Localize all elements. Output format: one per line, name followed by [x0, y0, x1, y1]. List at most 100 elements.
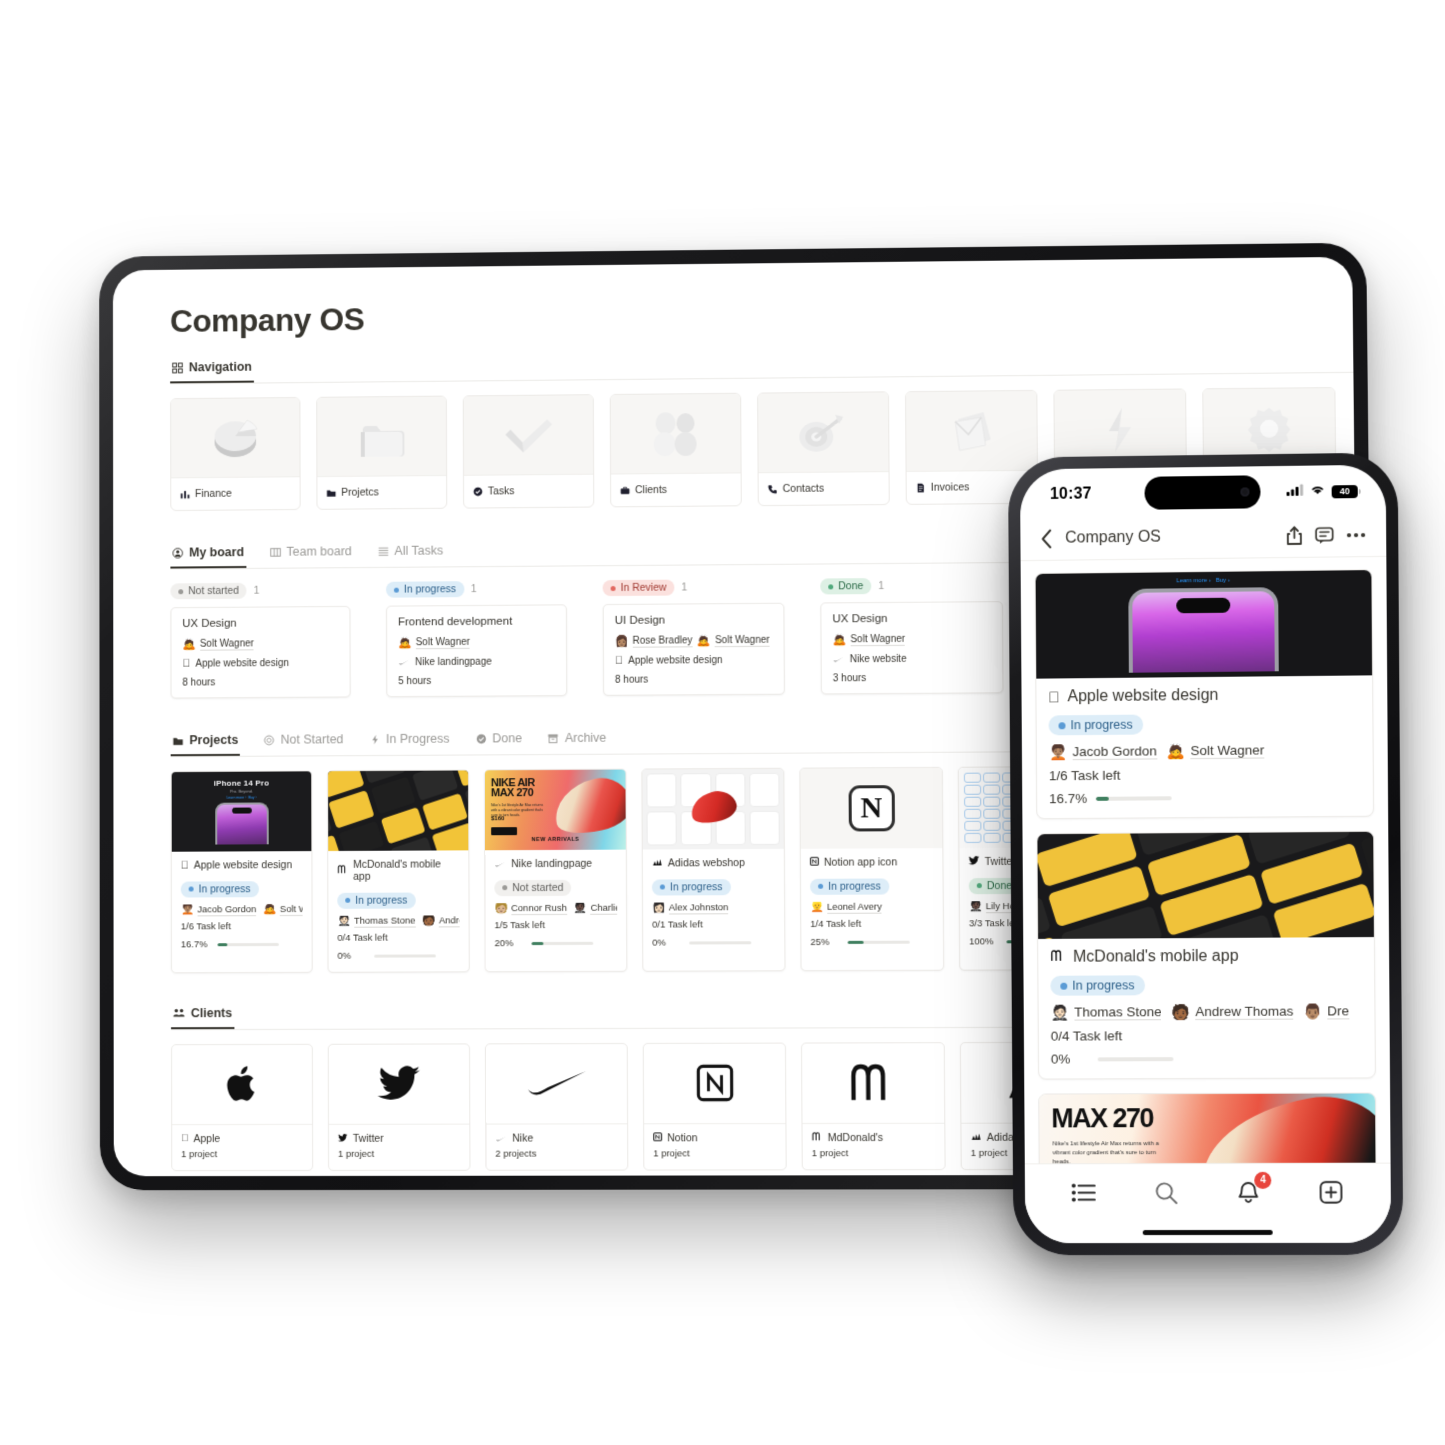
phone-project-card[interactable]: MAX 270 Nike's 1st lifestyle Air Max ret…: [1038, 1092, 1377, 1164]
adidas-icon: [971, 1131, 982, 1143]
avatar: 🧑🏽‍🦱: [1048, 743, 1068, 761]
tab-projects[interactable]: Projects: [170, 727, 241, 757]
progress-bar: [217, 942, 279, 946]
client-name: Apple: [186, 1132, 220, 1145]
twitter-logo: [328, 1043, 470, 1125]
kanban-column-in-review: In Review 1 UI Design 👩🏽 Rose Bradley 🙇 So…: [602, 579, 785, 696]
project-card[interactable]: Adidas webshop In progress 👩🏻 Alex Johnst…: [641, 767, 786, 972]
share-icon[interactable]: [1286, 525, 1303, 545]
project-progress: 0%: [337, 950, 459, 961]
plus-box-icon[interactable]: [1309, 1172, 1353, 1212]
nav-card-clients[interactable]: Clients: [609, 392, 742, 508]
folder-3d-art: [317, 396, 447, 478]
phone-project-card[interactable]: McDonald's mobile app In progress 🤵🏻 Thom…: [1036, 830, 1376, 1080]
person-name: Solt Wagner: [199, 638, 254, 651]
kanban-card[interactable]: UX Design 🙇Solt Wagner  Apple website d…: [170, 605, 351, 699]
kanban-card[interactable]: UI Design 👩🏽Rose Bradley 🙇Solt Wagner  …: [602, 602, 785, 696]
chevron-left-icon[interactable]: [1040, 528, 1053, 548]
client-name-row: Twitter: [337, 1132, 460, 1144]
kanban-column-count: 1: [470, 583, 477, 596]
progress-bar: [1097, 1056, 1174, 1061]
kanban-card-project: Nike website: [832, 653, 992, 665]
client-projects: 1 project: [337, 1148, 375, 1160]
client-card[interactable]: Twitter 1 project: [327, 1042, 471, 1171]
kanban-card-people: 🙇 Solt Wagner: [182, 638, 338, 651]
tab-navigation[interactable]: Navigation: [170, 354, 254, 384]
apple-icon: : [181, 1133, 188, 1144]
avatar: 👩🏽: [614, 635, 629, 648]
bell-icon[interactable]: 4: [1226, 1171, 1272, 1212]
project-title-row: Nike landingpage: [494, 858, 617, 871]
tab-label: My board: [189, 545, 244, 560]
kanban-card[interactable]: UX Design 🙇 Solt Wagner Nike website 3 ho…: [820, 601, 1004, 695]
kanban-card-hours: 8 hours: [614, 674, 649, 686]
tab-label: Projects: [189, 732, 239, 748]
person-name: Solt Wagner: [279, 903, 303, 916]
tab-clients[interactable]: Clients: [170, 1000, 235, 1029]
project-card[interactable]: McDonald's mobile app In progress 🤵🏻 Thom…: [327, 769, 470, 973]
avatar: 🙇: [1166, 742, 1186, 760]
tab-archive[interactable]: Archive: [546, 726, 609, 754]
project-title: Apple website design: [1056, 686, 1218, 706]
person-name: Solt Wagner: [415, 636, 470, 650]
project-thumbnail-apple: iPhone 14 Pro Pro. Beyond. Learn more › B…: [171, 771, 312, 852]
nav-card-finance[interactable]: Finance: [170, 396, 301, 512]
avatar: 🤵🏻: [337, 914, 351, 927]
kanban-card-people: 👩🏽 Rose Bradley 🙇 Solt Wagner: [615, 635, 773, 648]
client-card[interactable]: MdDonald's 1 project: [800, 1041, 946, 1170]
tab-label: Clients: [190, 1005, 233, 1020]
status-badge: In progress: [180, 880, 259, 898]
progress-percent: 0%: [652, 937, 666, 949]
status-badge: In progress: [651, 878, 731, 896]
archive-icon: [548, 733, 559, 744]
tab-all-tasks[interactable]: All Tasks: [376, 539, 446, 567]
comment-icon[interactable]: [1315, 526, 1334, 544]
apple-icon: : [1048, 689, 1059, 706]
kanban-card[interactable]: Frontend development 🙇 Solt Wagner Nike l…: [386, 604, 568, 698]
nav-card-label: Tasks: [487, 485, 515, 498]
ellipsis-icon[interactable]: [1346, 532, 1366, 538]
nav-card-contacts[interactable]: Contacts: [757, 391, 890, 507]
progress-percent: 16.7%: [1049, 790, 1088, 807]
swoosh-icon: [494, 858, 506, 870]
progress-bar: [531, 941, 594, 945]
nav-card-label: Invoices: [930, 481, 970, 494]
person-name: Connor Rush: [511, 902, 567, 915]
project-card[interactable]: iPhone 14 Pro Pro. Beyond. Learn more › B…: [170, 770, 313, 973]
avatar: 👨🏽: [1303, 1003, 1323, 1021]
tab-team-board[interactable]: Team board: [268, 539, 354, 567]
tab-in-progress[interactable]: In Progress: [367, 727, 451, 755]
client-card[interactable]: Notion 1 project: [642, 1042, 787, 1171]
navigation-tabstrip: Navigation: [170, 343, 1358, 385]
search-icon[interactable]: [1144, 1173, 1188, 1213]
grid-icon: [172, 362, 183, 373]
tab-not-started[interactable]: Not Started: [262, 727, 346, 755]
nike-logo: [485, 1043, 628, 1125]
project-card[interactable]: NIKE AIR MAX 270 Nike's 1st lifestyle Air…: [483, 768, 628, 972]
nav-card-tasks[interactable]: Tasks: [462, 394, 595, 509]
phone-content[interactable]: Learn more › Buy ›  Apple website desig…: [1020, 556, 1391, 1164]
project-card[interactable]: N Notion app icon In progress 👱 Leonel Av…: [799, 766, 945, 971]
project-people: 🧑🏼Connor Rush 🤵🏿Charlie Watso: [494, 902, 618, 915]
client-card[interactable]:  Apple 1 project: [171, 1043, 314, 1171]
project-tasks-left: 1/6 Task left: [1048, 767, 1121, 784]
project-title: Apple website design: [185, 859, 292, 872]
person-circle-icon: [172, 547, 183, 558]
client-card[interactable]: Nike 2 projects: [484, 1042, 629, 1171]
project-progress: 25%: [810, 936, 934, 948]
client-name-row: Nike: [495, 1132, 618, 1144]
client-name: Notion: [667, 1131, 698, 1144]
project-thumbnail-mcdonalds: [1037, 831, 1374, 939]
project-title: Nike landingpage: [511, 857, 593, 871]
tab-my-board[interactable]: My board: [170, 540, 246, 569]
tab-bar: 4: [1024, 1162, 1391, 1222]
nav-card-projects[interactable]: Projetcs: [316, 395, 448, 510]
client-name-row:  Apple: [181, 1132, 303, 1145]
phone-project-card[interactable]: Learn more › Buy ›  Apple website desig…: [1034, 569, 1375, 820]
person-name: Leonel Avery: [826, 901, 882, 914]
tab-done[interactable]: Done: [473, 726, 524, 754]
status-badge: Not started: [170, 582, 247, 600]
list-icon[interactable]: [1062, 1173, 1106, 1213]
avatar: 🧑🏼: [494, 902, 509, 915]
project-tasks-left: 1/6 Task left: [180, 920, 231, 932]
